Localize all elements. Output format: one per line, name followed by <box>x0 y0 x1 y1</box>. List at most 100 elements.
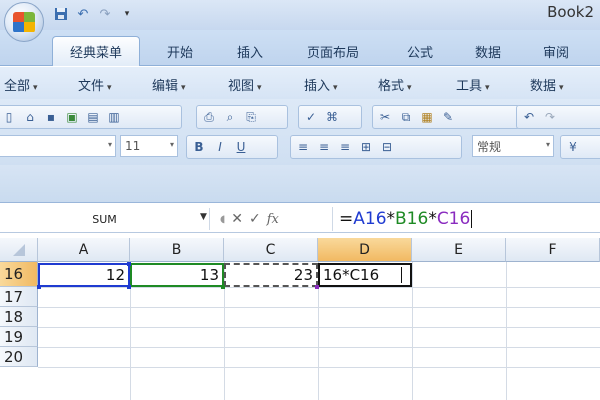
spell-check-icon[interactable]: ✓ <box>302 108 320 126</box>
currency-group: ¥ <box>560 135 600 159</box>
gridline <box>506 262 507 400</box>
print-icon[interactable]: ⎙ <box>200 108 218 126</box>
menu-format[interactable]: 格式 ▾ <box>378 75 412 94</box>
italic-button[interactable]: I <box>211 138 229 156</box>
ref-handle-a16 <box>127 262 131 266</box>
paste-icon[interactable]: ▦ <box>418 108 436 126</box>
research-icon[interactable]: ⌘ <box>323 108 341 126</box>
cut-icon[interactable]: ✂ <box>376 108 394 126</box>
menu-edit[interactable]: 编辑 ▾ <box>152 75 186 94</box>
menu-all[interactable]: 全部 ▾ <box>4 75 38 94</box>
formula-op1: * <box>386 209 396 229</box>
row-header-17[interactable]: 17 <box>0 287 38 307</box>
font-size-combo[interactable]: 11 ▾ <box>120 135 178 157</box>
menu-view[interactable]: 视图 ▾ <box>228 75 262 94</box>
menu-all-label: 全部 <box>4 79 31 94</box>
column-header-e[interactable]: E <box>412 238 506 262</box>
export-icon[interactable]: ▣ <box>63 108 81 126</box>
text-cursor <box>471 210 473 228</box>
file-tools-group: ▯ ⌂ ▪ ▣ ▤ ▥ <box>0 105 182 129</box>
column-header-b[interactable]: B <box>130 238 224 262</box>
column-header-d[interactable]: D <box>318 238 412 262</box>
insert-function-icon[interactable]: fx <box>267 212 279 227</box>
redo-icon[interactable]: ↷ <box>96 5 114 23</box>
ribbon-blank-area <box>0 165 600 203</box>
align-right-icon[interactable]: ≡ <box>336 138 354 156</box>
font-name-combo[interactable]: ▾ <box>0 135 116 157</box>
menu-view-label: 视图 <box>228 79 255 94</box>
chevron-down-icon: ▾ <box>407 83 412 93</box>
chevron-down-icon: ▾ <box>545 140 550 149</box>
office-button[interactable] <box>4 2 44 42</box>
format-painter-icon[interactable]: ✎ <box>439 108 457 126</box>
column-header-f[interactable]: F <box>506 238 600 262</box>
bold-button[interactable]: B <box>190 138 208 156</box>
row-header-18[interactable]: 18 <box>0 307 38 327</box>
worksheet-grid[interactable]: A B C D E F 16 17 18 19 20 12 13 23 16*C… <box>0 238 600 400</box>
cell-a16[interactable]: 12 <box>38 263 130 287</box>
copy-icon[interactable]: ⧉ <box>397 108 415 126</box>
chevron-down-icon[interactable]: ▼ <box>200 212 207 222</box>
new-document-icon[interactable]: ▯ <box>0 108 18 126</box>
menu-data[interactable]: 数据 ▾ <box>530 75 564 94</box>
tab-insert[interactable]: 插入 <box>220 36 280 66</box>
preview-icon[interactable]: ⌕ <box>221 108 239 126</box>
formula-input[interactable]: = A16 * B16 * C16 <box>332 207 473 231</box>
name-box[interactable]: SUM <box>0 208 210 230</box>
formula-ref-b16: B16 <box>395 209 429 229</box>
select-all-icon <box>12 243 25 256</box>
row-header-16[interactable]: 16 <box>0 262 38 287</box>
number-format-combo[interactable]: 常规 ▾ <box>472 135 554 157</box>
undo-icon[interactable]: ↶ <box>74 5 92 23</box>
alignment-group: ≡ ≡ ≡ ⊞ ⊟ <box>290 135 462 159</box>
quick-access-toolbar: ↶ ↷ ▾ <box>52 3 136 25</box>
tab-page-layout[interactable]: 页面布局 <box>288 36 378 66</box>
menu-insert[interactable]: 插入 ▾ <box>304 75 338 94</box>
ref-handle-a16 <box>37 285 41 289</box>
tab-data[interactable]: 数据 <box>460 36 516 66</box>
currency-icon[interactable]: ¥ <box>564 138 582 156</box>
tab-review[interactable]: 审阅 <box>528 36 584 66</box>
enter-icon[interactable]: ✓ <box>249 211 261 227</box>
cancel-icon[interactable]: ✕ <box>231 211 243 227</box>
gridline <box>38 307 600 308</box>
row-header-19[interactable]: 19 <box>0 327 38 347</box>
ref-handle-c16 <box>315 285 319 289</box>
row-header-20[interactable]: 20 <box>0 347 38 367</box>
align-left-icon[interactable]: ≡ <box>294 138 312 156</box>
column-header-c[interactable]: C <box>224 238 318 262</box>
underline-button[interactable]: U <box>232 138 250 156</box>
save-icon[interactable]: ▪ <box>42 108 60 126</box>
redo-icon[interactable]: ↷ <box>541 108 559 126</box>
chevron-down-icon: ▾ <box>559 83 564 93</box>
wrap-text-icon[interactable]: ⊟ <box>378 138 396 156</box>
undo-icon[interactable]: ↶ <box>520 108 538 126</box>
print-preview-icon[interactable]: ▤ <box>84 108 102 126</box>
classic-menu-bar: 全部 ▾ 文件 ▾ 编辑 ▾ 视图 ▾ 插入 ▾ 格式 ▾ 工具 ▾ 数据 ▾ <box>0 67 600 99</box>
number-format-value: 常规 <box>477 139 502 154</box>
formula-ref-c16: C16 <box>436 209 471 229</box>
menu-file[interactable]: 文件 ▾ <box>78 75 112 94</box>
pdf-icon[interactable]: ▥ <box>105 108 123 126</box>
customize-icon[interactable]: ▾ <box>118 5 136 23</box>
menu-tools[interactable]: 工具 ▾ <box>456 75 490 94</box>
cell-b16[interactable]: 13 <box>130 263 224 287</box>
tab-formulas[interactable]: 公式 <box>392 36 448 66</box>
save-icon[interactable] <box>52 5 70 23</box>
open-folder-icon[interactable]: ⌂ <box>21 108 39 126</box>
tab-classic-menu[interactable]: 经典菜单 <box>52 36 140 66</box>
cell-c16[interactable]: 23 <box>224 263 318 287</box>
align-center-icon[interactable]: ≡ <box>315 138 333 156</box>
toolbar: ▯ ⌂ ▪ ▣ ▤ ▥ ⎙ ⌕ ⎘ ✓ ⌘ ✂ ⧉ ▦ ✎ ↶ ↷ ▾ 11 ▾ <box>0 99 600 165</box>
copy-format-icon[interactable]: ⎘ <box>242 108 260 126</box>
menu-file-label: 文件 <box>78 79 105 94</box>
chevron-down-icon: ▾ <box>33 83 38 93</box>
tab-home[interactable]: 开始 <box>150 36 210 66</box>
cell-d16[interactable]: 16*C16 <box>318 263 412 287</box>
cell-d16-text: 16*C16 <box>323 266 380 284</box>
clipboard-tools-group: ✂ ⧉ ▦ ✎ <box>372 105 520 129</box>
expand-icon[interactable]: ◖ <box>220 214 225 225</box>
merge-cells-icon[interactable]: ⊞ <box>357 138 375 156</box>
column-header-a[interactable]: A <box>38 238 130 262</box>
select-all-corner[interactable] <box>0 238 38 262</box>
